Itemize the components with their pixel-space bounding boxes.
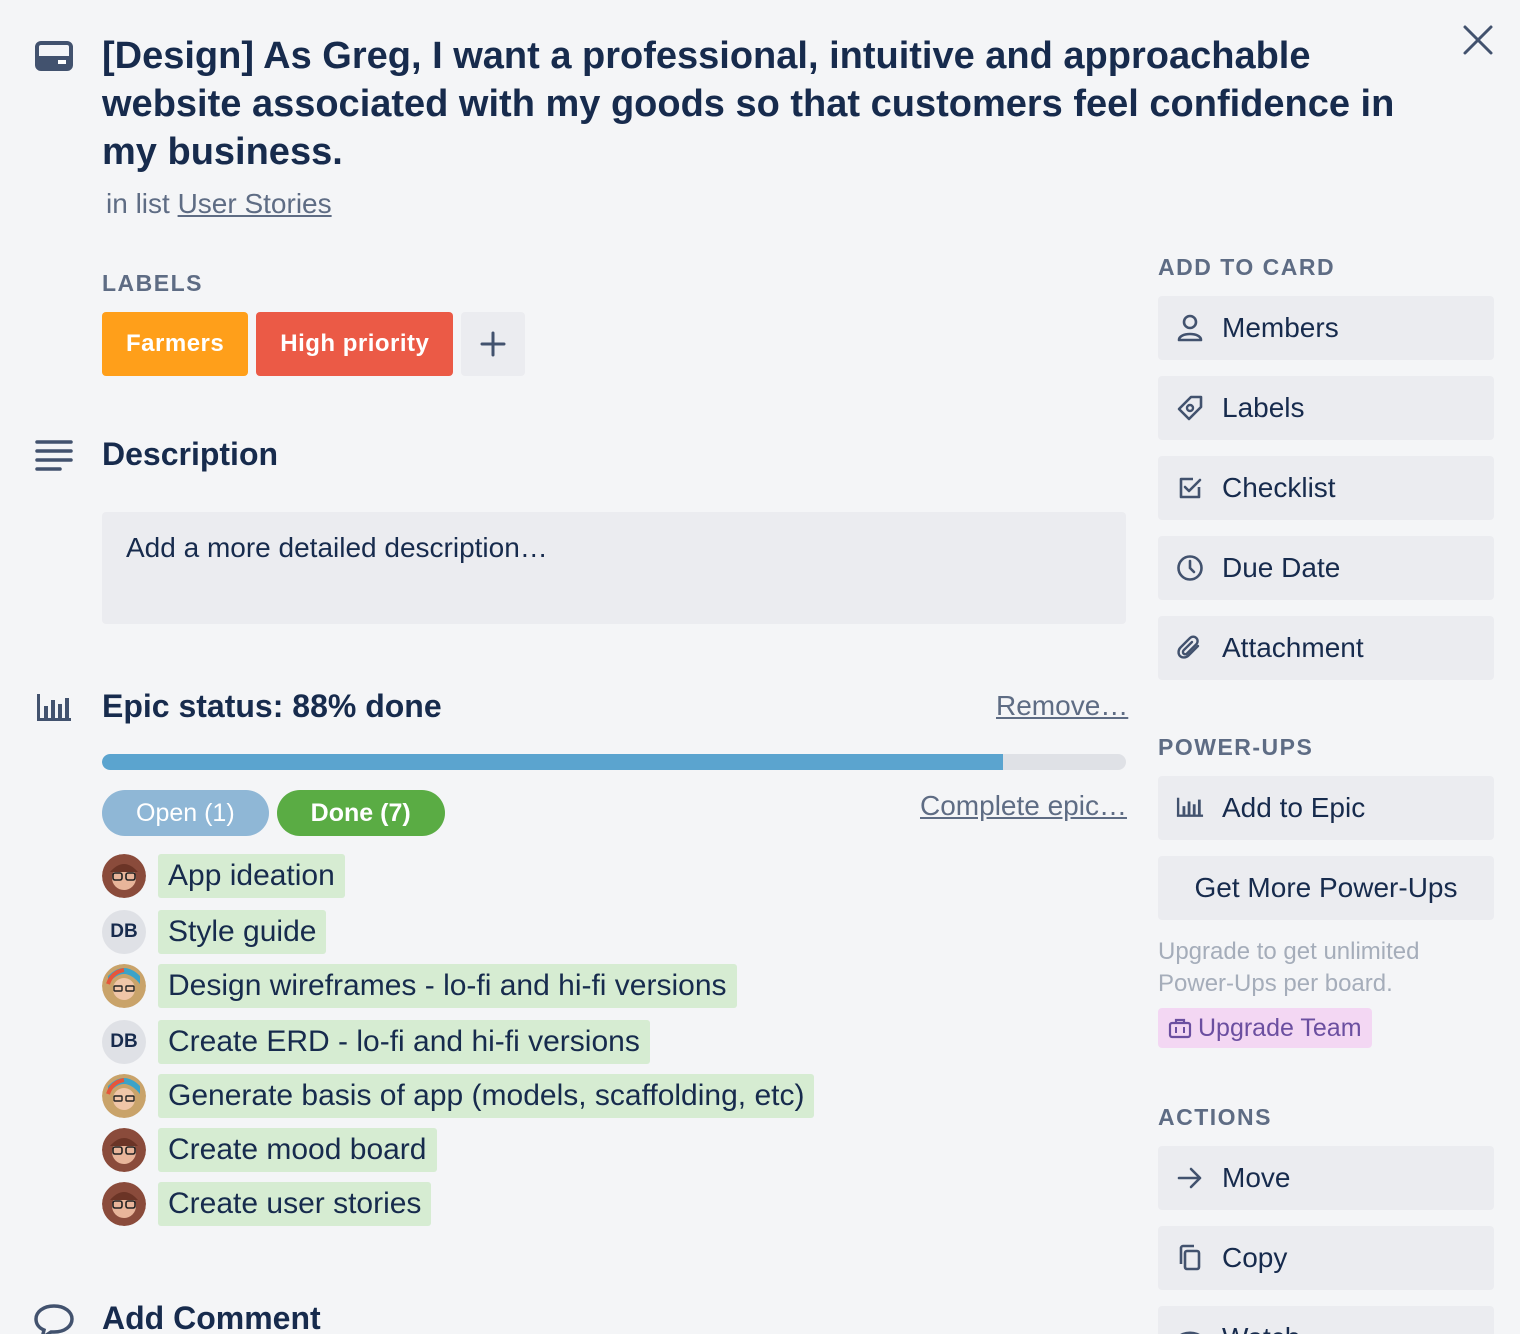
move-button[interactable]: Move	[1158, 1146, 1494, 1210]
task-link[interactable]: Create mood board	[158, 1128, 437, 1172]
members-button[interactable]: Members	[1158, 296, 1494, 360]
copy-label: Copy	[1222, 1242, 1288, 1273]
arrow-right-icon	[1176, 1164, 1204, 1192]
labels-button[interactable]: Labels	[1158, 376, 1494, 440]
done-filter-pill[interactable]: Done (7)	[276, 790, 445, 836]
checklist-icon	[1176, 474, 1204, 502]
task-row: Design wireframes - lo-fi and hi-fi vers…	[102, 964, 737, 1008]
due-date-label: Due Date	[1222, 552, 1341, 583]
power-ups-heading: POWER-UPS	[1158, 734, 1314, 760]
labels-row: Farmers High priority	[102, 312, 526, 376]
card-title[interactable]: [Design] As Greg, I want a professional,…	[102, 32, 1422, 176]
add-to-epic-label: Add to Epic	[1222, 792, 1366, 823]
move-label: Move	[1222, 1162, 1291, 1193]
copy-button[interactable]: Copy	[1158, 1226, 1494, 1290]
remove-epic-link[interactable]: Remove…	[996, 690, 1128, 722]
avatar[interactable]: DB	[102, 1020, 146, 1064]
task-row: DB Style guide	[102, 910, 327, 954]
labels-label: Labels	[1222, 392, 1305, 423]
watch-button[interactable]: Watch	[1158, 1306, 1494, 1334]
actions-heading: ACTIONS	[1158, 1104, 1272, 1130]
card-icon	[34, 40, 74, 72]
task-row: Create mood board	[102, 1128, 437, 1172]
open-filter-pill[interactable]: Open (1)	[102, 790, 269, 836]
members-label: Members	[1222, 312, 1339, 343]
add-comment-title: Add Comment	[102, 1300, 321, 1334]
close-icon	[1463, 25, 1493, 55]
task-link[interactable]: App ideation	[158, 854, 345, 898]
paperclip-icon	[1176, 634, 1204, 662]
epic-chart-icon	[1176, 794, 1204, 822]
avatar[interactable]: DB	[102, 910, 146, 954]
person-icon	[1176, 314, 1204, 342]
task-link[interactable]: Create ERD - lo-fi and hi-fi versions	[158, 1020, 650, 1064]
task-link[interactable]: Create user stories	[158, 1182, 432, 1226]
add-to-card-heading: ADD TO CARD	[1158, 254, 1336, 280]
task-link[interactable]: Design wireframes - lo-fi and hi-fi vers…	[158, 964, 737, 1008]
attachment-label: Attachment	[1222, 632, 1364, 663]
plus-icon	[480, 331, 506, 357]
copy-icon	[1176, 1244, 1204, 1272]
clock-icon	[1176, 554, 1204, 582]
close-button[interactable]	[1456, 18, 1500, 62]
labels-heading: LABELS	[102, 270, 203, 296]
description-icon	[34, 438, 74, 472]
attachment-button[interactable]: Attachment	[1158, 616, 1494, 680]
task-row: App ideation	[102, 854, 345, 898]
in-list-prefix: in list	[106, 188, 170, 219]
add-to-epic-button[interactable]: Add to Epic	[1158, 776, 1494, 840]
comment-icon	[32, 1302, 76, 1334]
get-more-power-ups-button[interactable]: Get More Power-Ups	[1158, 856, 1494, 920]
task-row: DB Create ERD - lo-fi and hi-fi versions	[102, 1020, 650, 1064]
in-list-text: in list User Stories	[106, 186, 332, 222]
tag-icon	[1176, 394, 1204, 422]
avatar[interactable]	[102, 854, 146, 898]
epic-status-title: Epic status: 88% done	[102, 688, 442, 724]
label-farmers[interactable]: Farmers	[102, 312, 249, 376]
upgrade-team-button[interactable]: Upgrade Team	[1158, 1008, 1372, 1048]
avatar[interactable]	[102, 1074, 146, 1118]
task-row: Create user stories	[102, 1182, 432, 1226]
epic-progress-fill	[102, 754, 1004, 770]
epic-filter-pills: Open (1) Done (7)	[102, 790, 445, 836]
task-link[interactable]: Generate basis of app (models, scaffoldi…	[158, 1074, 815, 1118]
upgrade-note: Upgrade to get unlimited Power-Ups per b…	[1158, 938, 1420, 997]
add-label-button[interactable]	[461, 312, 526, 376]
description-title: Description	[102, 436, 279, 472]
due-date-button[interactable]: Due Date	[1158, 536, 1494, 600]
watch-label: Watch	[1222, 1322, 1300, 1334]
checklist-button[interactable]: Checklist	[1158, 456, 1494, 520]
epic-progress-bar	[102, 754, 1126, 770]
task-link[interactable]: Style guide	[158, 910, 327, 954]
task-row: Generate basis of app (models, scaffoldi…	[102, 1074, 815, 1118]
eye-icon	[1176, 1324, 1204, 1334]
list-link[interactable]: User Stories	[178, 188, 332, 219]
upgrade-team-label: Upgrade Team	[1198, 1013, 1362, 1042]
avatar[interactable]	[102, 1182, 146, 1226]
complete-epic-link[interactable]: Complete epic…	[920, 790, 1127, 822]
avatar[interactable]	[102, 1128, 146, 1172]
checklist-label: Checklist	[1222, 472, 1336, 503]
description-input[interactable]: Add a more detailed description…	[102, 512, 1126, 624]
briefcase-icon	[1168, 1018, 1192, 1039]
label-high-priority[interactable]: High priority	[256, 312, 454, 376]
epic-chart-icon	[34, 690, 74, 726]
avatar[interactable]	[102, 964, 146, 1008]
